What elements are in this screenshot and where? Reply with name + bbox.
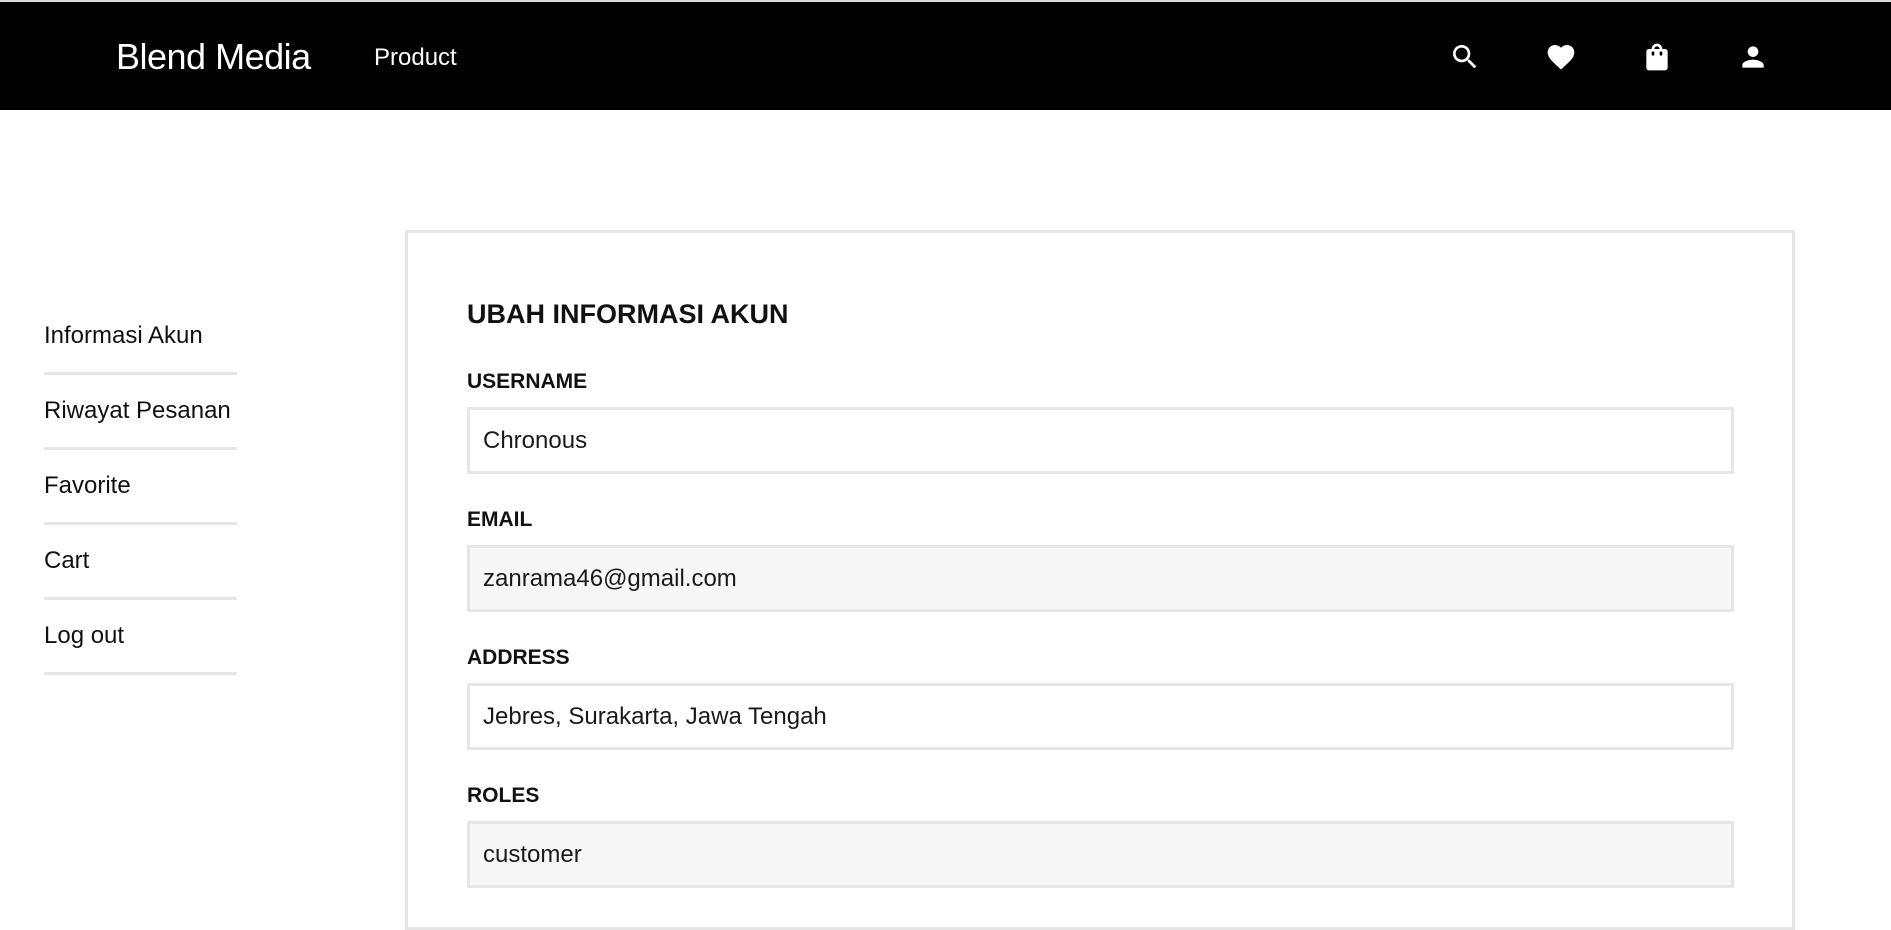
- user-icon[interactable]: [1736, 40, 1770, 74]
- sidebar-item-cart[interactable]: Cart: [44, 525, 237, 600]
- address-label: ADDRESS: [467, 646, 570, 669]
- account-sidebar: Informasi Akun Riwayat Pesanan Favorite …: [44, 300, 237, 675]
- top-navbar: Blend Media Product: [0, 2, 1891, 110]
- search-icon[interactable]: [1448, 40, 1482, 74]
- sidebar-item-log-out[interactable]: Log out: [44, 600, 237, 675]
- email-input: [467, 545, 1734, 612]
- roles-label: ROLES: [467, 784, 540, 807]
- username-label: USERNAME: [467, 370, 588, 393]
- username-input[interactable]: [467, 407, 1734, 474]
- shopping-bag-icon[interactable]: [1640, 40, 1674, 74]
- sidebar-item-favorite[interactable]: Favorite: [44, 450, 237, 525]
- roles-input: [467, 821, 1734, 888]
- form-title: UBAH INFORMASI AKUN: [467, 299, 789, 329]
- sidebar-item-riwayat-pesanan[interactable]: Riwayat Pesanan: [44, 375, 237, 450]
- heart-icon[interactable]: [1544, 40, 1578, 74]
- account-info-card: UBAH INFORMASI AKUN USERNAME EMAIL ADDRE…: [405, 230, 1795, 930]
- brand-logo[interactable]: Blend Media: [116, 36, 311, 78]
- email-label: EMAIL: [467, 508, 533, 531]
- address-input[interactable]: [467, 683, 1734, 750]
- nav-link-product[interactable]: Product: [374, 44, 457, 72]
- sidebar-item-informasi-akun[interactable]: Informasi Akun: [44, 300, 237, 375]
